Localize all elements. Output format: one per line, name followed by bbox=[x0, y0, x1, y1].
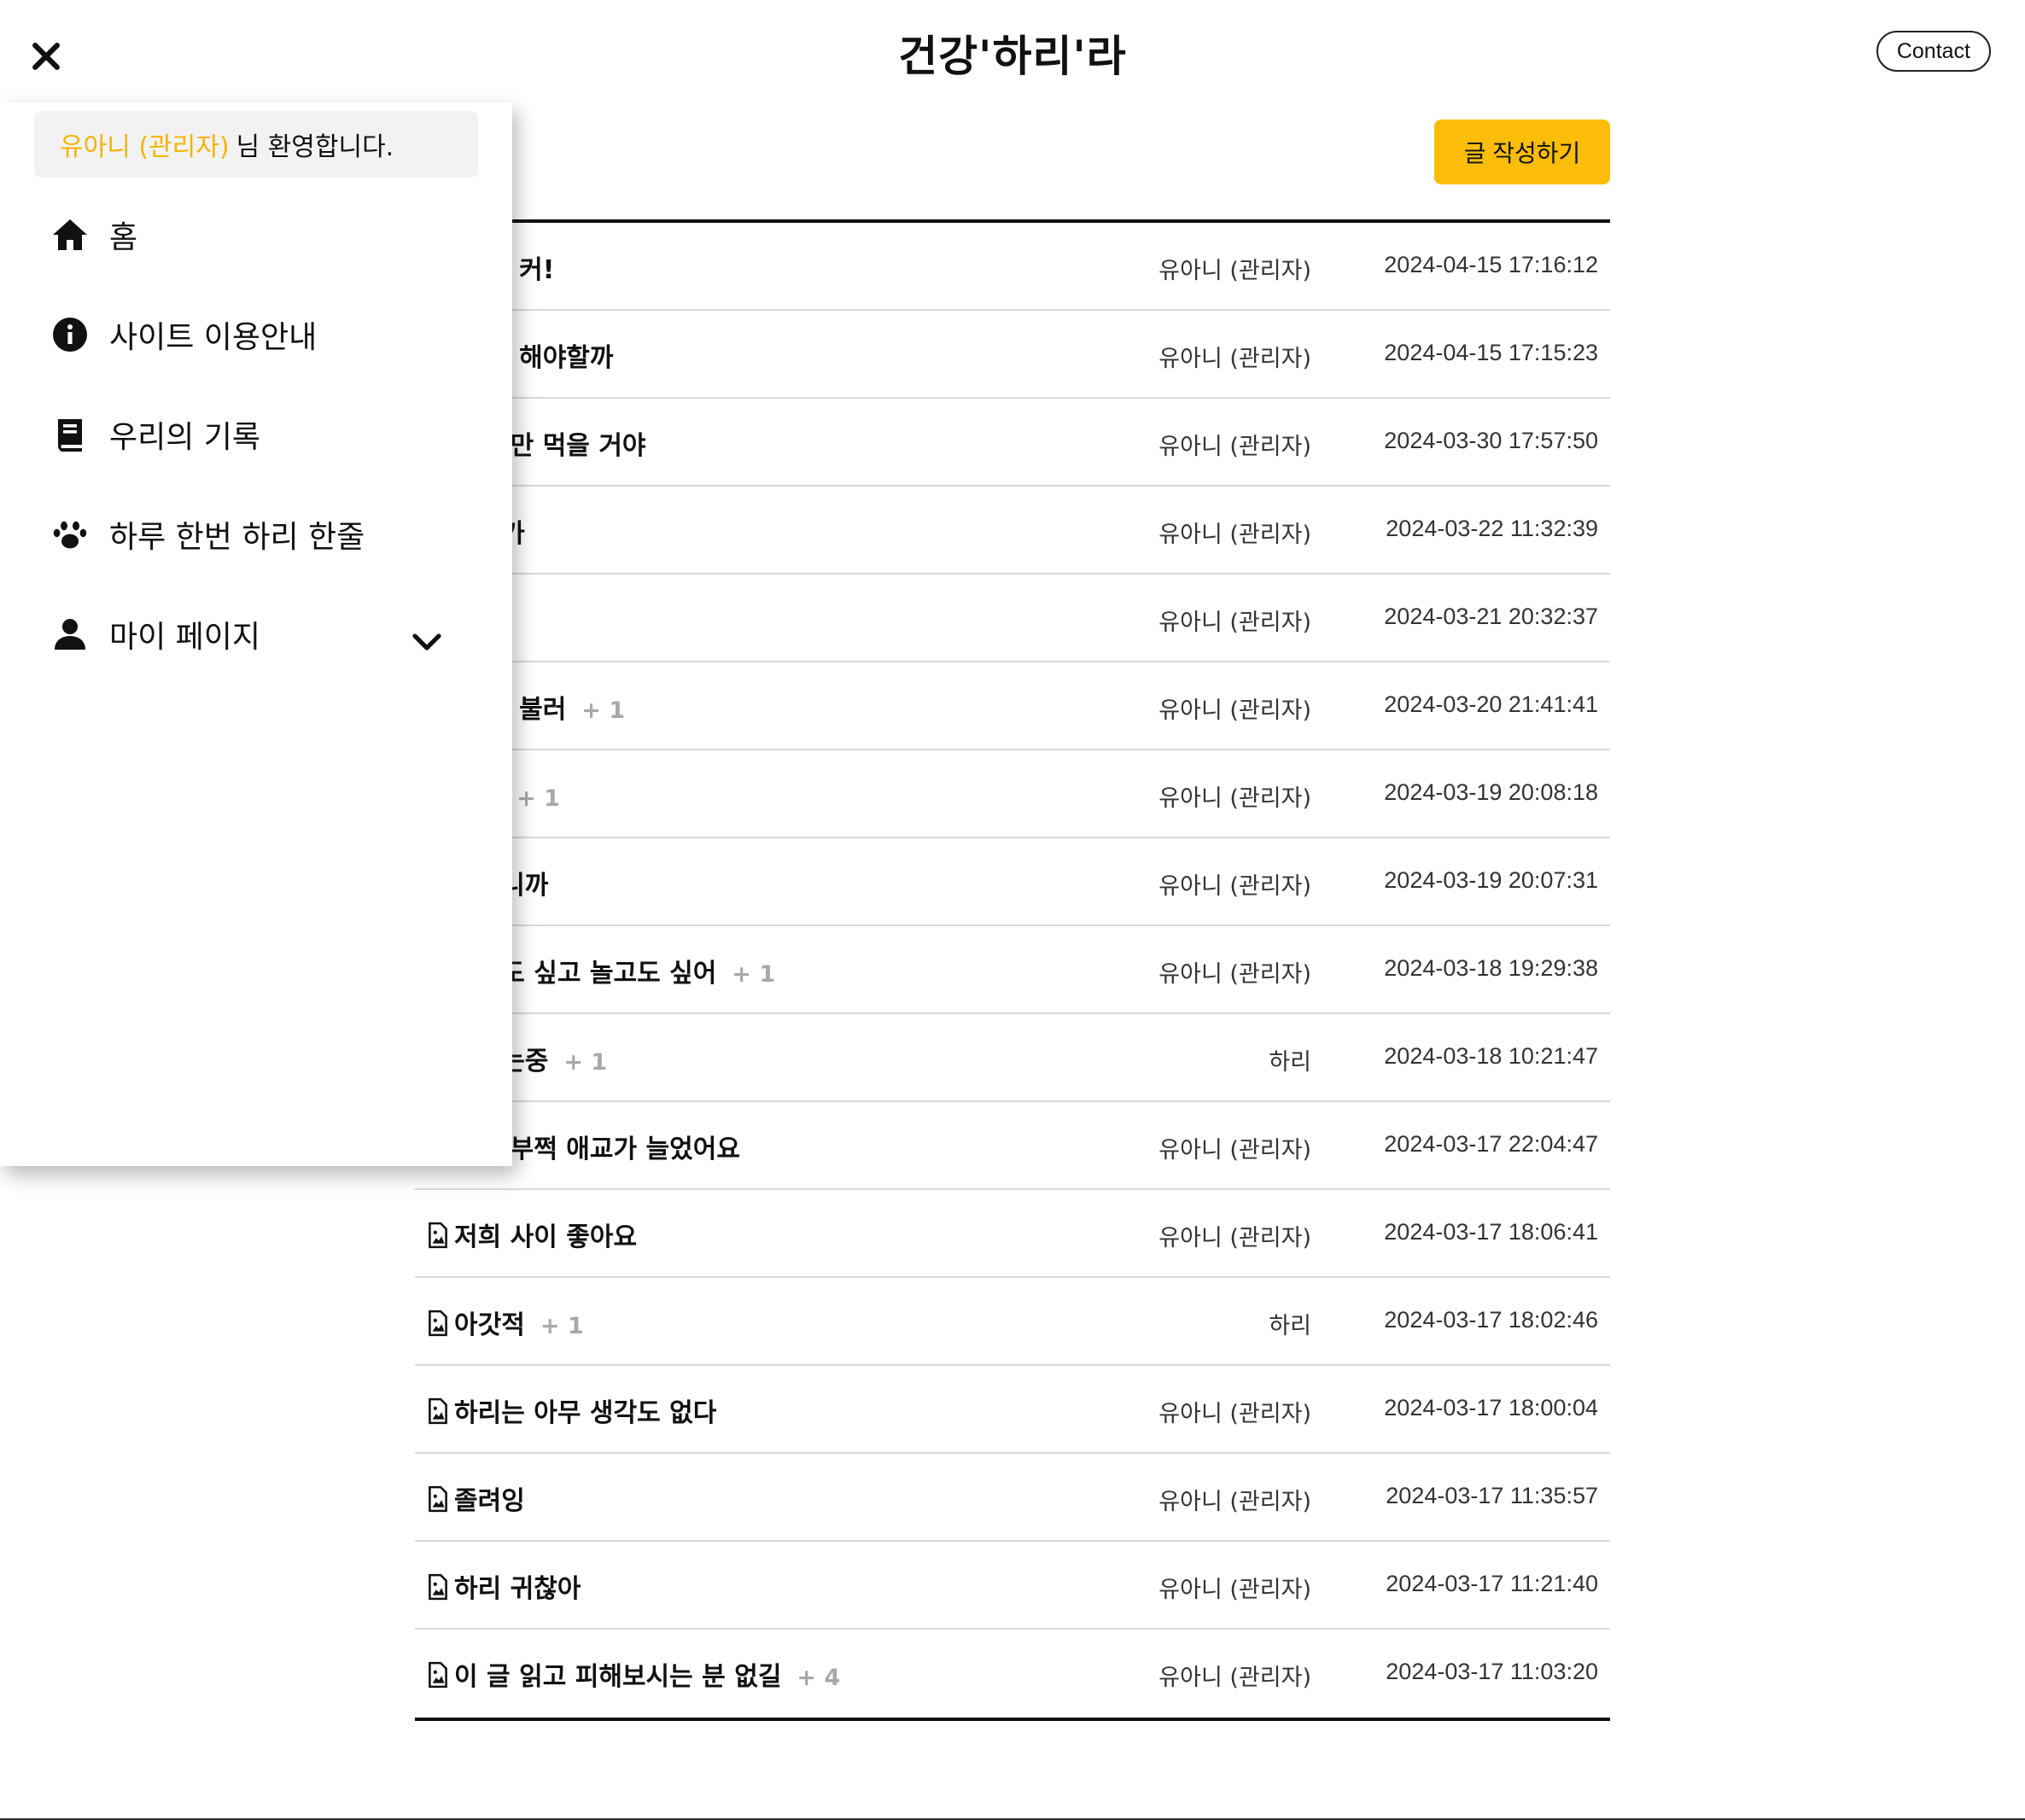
post-row[interactable]: 갈라니까 유아니 (관리자) 2024-03-19 20:07:31 bbox=[415, 838, 1610, 926]
post-date: 2024-03-19 20:07:31 bbox=[1384, 867, 1598, 893]
comment-count: + 4 bbox=[797, 1665, 841, 1691]
write-post-button[interactable]: 글 작성하기 bbox=[1434, 120, 1610, 184]
image-file-icon bbox=[429, 1222, 447, 1249]
post-date: 2024-03-22 11:32:39 bbox=[1386, 516, 1598, 541]
paw-icon bbox=[50, 514, 90, 555]
contact-button[interactable]: Contact bbox=[1876, 31, 1991, 72]
site-logo[interactable]: 건강'하리'라 bbox=[0, 22, 2025, 84]
nav-item-label: 사이트 이용안내 bbox=[109, 320, 318, 355]
post-author: 유아니 (관리자) bbox=[1158, 434, 1311, 460]
post-row[interactable]: 다리는중+ 1 하리 2024-03-18 10:21:47 bbox=[415, 1014, 1610, 1102]
post-date: 2024-03-19 20:08:18 bbox=[1384, 779, 1598, 805]
post-row[interactable]: + 1 유아니 (관리자) 2024-03-21 20:32:37 bbox=[415, 575, 1610, 662]
image-file-icon bbox=[429, 1661, 447, 1689]
post-title[interactable]: 하리는 아무 생각도 없다 bbox=[454, 1391, 732, 1429]
post-author: 유아니 (관리자) bbox=[1158, 1577, 1311, 1603]
post-author: 유아니 (관리자) bbox=[1158, 785, 1311, 812]
post-author: 유아니 (관리자) bbox=[1158, 873, 1311, 900]
post-title[interactable]: 이 글 읽고 피해보시는 분 없길 + 4 bbox=[454, 1655, 840, 1693]
nav-item-records[interactable]: 우리의 기록 bbox=[50, 409, 459, 460]
post-author: 유아니 (관리자) bbox=[1158, 522, 1311, 548]
post-title[interactable]: 아갓적 + 1 bbox=[454, 1304, 584, 1341]
post-author: 유아니 (관리자) bbox=[1158, 1489, 1311, 1515]
post-author: 유아니 (관리자) bbox=[1158, 610, 1311, 636]
nav-item-site-guide[interactable]: 사이트 이용안내 bbox=[50, 309, 459, 360]
nav-item-daily-line[interactable]: 하루 한번 하리 한줄 bbox=[50, 509, 459, 560]
post-author: 유아니 (관리자) bbox=[1158, 1225, 1311, 1251]
post-row[interactable]: 저희 사이 좋아요 유아니 (관리자) 2024-03-17 18:06:41 bbox=[415, 1190, 1610, 1278]
post-list: 는 키 커! 유아니 (관리자) 2024-04-15 17:16:12 은 왜… bbox=[415, 219, 1610, 1721]
comment-count: + 1 bbox=[581, 697, 626, 724]
image-file-icon bbox=[429, 1397, 447, 1425]
post-author: 유아니 (관리자) bbox=[1158, 1137, 1311, 1164]
image-file-icon bbox=[429, 1485, 447, 1513]
welcome-banner: 유아니 (관리자) 님 환영합니다. bbox=[34, 111, 478, 178]
chevron-down-icon bbox=[412, 633, 441, 650]
post-author: 유아니 (관리자) bbox=[1158, 961, 1311, 988]
post-row[interactable]: 하리는 아무 생각도 없다 유아니 (관리자) 2024-03-17 18:00… bbox=[415, 1366, 1610, 1454]
post-date: 2024-03-18 19:29:38 bbox=[1384, 955, 1598, 981]
post-row[interactable]: 있고도 싶고 놀고도 싶어 + 1 유아니 (관리자) 2024-03-18 19… bbox=[415, 926, 1610, 1014]
post-date: 2024-03-17 18:00:04 bbox=[1384, 1395, 1598, 1420]
post-row[interactable]: 하리 귀찮아 유아니 (관리자) 2024-03-17 11:21:40 bbox=[415, 1542, 1610, 1630]
home-icon bbox=[50, 214, 90, 255]
post-row[interactable]: 히면+ 1 유아니 (관리자) 2024-03-19 20:08:18 bbox=[415, 750, 1610, 838]
post-row[interactable]: 는 키 커! 유아니 (관리자) 2024-04-15 17:16:12 bbox=[415, 223, 1610, 311]
nav-item-home[interactable]: 홈 bbox=[50, 209, 459, 260]
post-date: 2024-03-17 18:06:41 bbox=[1384, 1219, 1598, 1245]
image-file-icon bbox=[429, 1573, 447, 1601]
post-title[interactable]: 하리 귀찮아 bbox=[454, 1567, 596, 1605]
post-date: 2024-03-17 22:04:47 bbox=[1384, 1131, 1598, 1157]
post-date: 2024-03-20 21:41:41 bbox=[1384, 691, 1598, 717]
user-icon bbox=[50, 614, 90, 655]
post-row[interactable]: 은 왜 해야할까 유아니 (관리자) 2024-04-15 17:15:23 bbox=[415, 311, 1610, 399]
post-date: 2024-03-18 10:21:47 bbox=[1384, 1043, 1598, 1069]
nav-item-label: 마이 페이지 bbox=[109, 620, 261, 655]
post-row[interactable]: 이 글 읽고 피해보시는 분 없길 + 4 유아니 (관리자) 2024-03-1… bbox=[415, 1630, 1610, 1718]
post-row[interactable]: 세 왜 불러+ 1 유아니 (관리자) 2024-03-20 21:41:41 bbox=[415, 662, 1610, 750]
nav-item-label: 하루 한번 하리 한줄 bbox=[109, 520, 365, 555]
post-row[interactable]: 아갓적 + 1 하리 2024-03-17 18:02:46 bbox=[415, 1278, 1610, 1366]
post-date: 2024-04-15 17:16:12 bbox=[1384, 252, 1598, 277]
post-row[interactable]: 졸려잉 유아니 (관리자) 2024-03-17 11:35:57 bbox=[415, 1454, 1610, 1542]
post-author: 하리 bbox=[1269, 1049, 1311, 1076]
nav-item-my-page[interactable]: 마이 페이지 bbox=[50, 609, 459, 660]
my-page-expand-toggle[interactable] bbox=[406, 621, 447, 662]
post-row[interactable]: 는 것만 먹을 거야 유아니 (관리자) 2024-03-30 17:57:50 bbox=[415, 399, 1610, 487]
post-author: 유아니 (관리자) bbox=[1158, 1401, 1311, 1427]
comment-count: + 1 bbox=[732, 961, 776, 988]
post-author: 유아니 (관리자) bbox=[1158, 1665, 1311, 1691]
post-date: 2024-03-21 20:32:37 bbox=[1384, 604, 1598, 629]
post-date: 2024-03-30 17:57:50 bbox=[1384, 428, 1598, 453]
image-file-icon bbox=[429, 1310, 447, 1337]
post-title[interactable]: 졸려잉 bbox=[454, 1479, 540, 1517]
post-date: 2024-04-15 17:15:23 bbox=[1384, 340, 1598, 365]
post-row[interactable]: 지가 부쩍 애교가 늘었어요 유아니 (관리자) 2024-03-17 22:0… bbox=[415, 1102, 1610, 1190]
post-row[interactable]: 오디가 유아니 (관리자) 2024-03-22 11:32:39 bbox=[415, 487, 1610, 575]
book-icon bbox=[50, 414, 90, 455]
nav-item-label: 우리의 기록 bbox=[109, 420, 261, 455]
post-date: 2024-03-17 11:35:57 bbox=[1386, 1483, 1598, 1508]
post-date: 2024-03-17 11:21:40 bbox=[1386, 1571, 1598, 1596]
post-author: 유아니 (관리자) bbox=[1158, 697, 1311, 724]
info-icon bbox=[50, 314, 90, 355]
nav-item-label: 홈 bbox=[109, 220, 138, 255]
post-author: 하리 bbox=[1269, 1313, 1311, 1339]
post-date: 2024-03-17 11:03:20 bbox=[1386, 1659, 1598, 1684]
post-author: 유아니 (관리자) bbox=[1158, 346, 1311, 372]
post-title[interactable]: 저희 사이 좋아요 bbox=[454, 1216, 652, 1253]
comment-count: + 1 bbox=[563, 1049, 608, 1076]
post-date: 2024-03-17 18:02:46 bbox=[1384, 1307, 1598, 1333]
welcome-text: 님 환영합니다. bbox=[236, 132, 394, 162]
post-author: 유아니 (관리자) bbox=[1158, 258, 1311, 284]
comment-count: + 1 bbox=[540, 1313, 584, 1339]
welcome-username: 유아니 (관리자) bbox=[60, 132, 230, 162]
comment-count: + 1 bbox=[516, 785, 561, 812]
side-menu: 유아니 (관리자) 님 환영합니다. 홈 사이트 이용안내 우리의 기록 하루 … bbox=[0, 102, 512, 1166]
